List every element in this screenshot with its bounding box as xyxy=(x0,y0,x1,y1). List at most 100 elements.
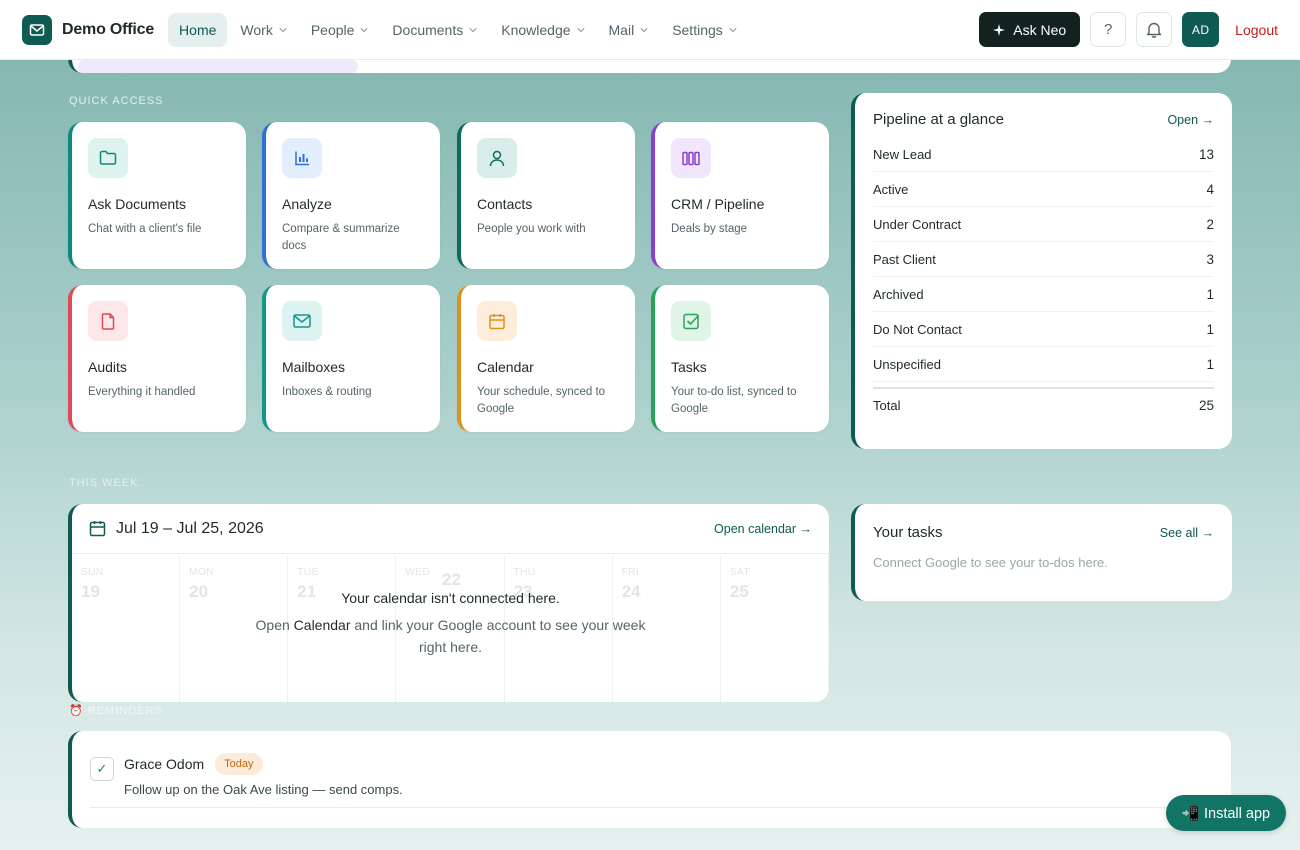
brand[interactable]: Demo Office xyxy=(22,14,154,45)
pipeline-open-link[interactable]: Open → xyxy=(1167,113,1214,127)
quick-access-label: QUICK ACCESS xyxy=(69,95,164,107)
tile-title: Tasks xyxy=(671,359,707,375)
tile-subtitle: Everything it handled xyxy=(88,386,196,398)
document-icon xyxy=(88,301,128,341)
user-avatar[interactable]: AD xyxy=(1182,12,1220,47)
nav-item-people[interactable]: People xyxy=(300,13,380,47)
reminder-done-checkbox[interactable]: ✓ xyxy=(90,757,114,781)
tile-title: Mailboxes xyxy=(282,359,346,375)
reminder-due-badge: Today xyxy=(215,753,263,775)
chevron-down-icon xyxy=(640,27,648,32)
open-calendar-link[interactable]: Open calendar → xyxy=(714,522,812,536)
pipeline-row[interactable]: Past Client 3 xyxy=(873,242,1214,277)
reminder-contact-name[interactable]: Grace Odom xyxy=(124,756,204,772)
nav-item-knowledge[interactable]: Knowledge xyxy=(490,13,595,47)
week-calendar-card: Jul 19 – Jul 25, 2026 Open calendar → SU… xyxy=(68,504,829,702)
nav-label: Knowledge xyxy=(501,21,571,38)
tasks-card: Your tasks See all → Connect Google to s… xyxy=(851,504,1232,601)
nav-label: Home xyxy=(179,21,217,38)
help-icon: ? xyxy=(1104,21,1113,38)
chevron-down-icon xyxy=(729,27,737,32)
connect-help-text: Open Calendar and link your Google accou… xyxy=(251,614,651,658)
chevron-down-icon xyxy=(360,27,368,32)
tile-crm-pipeline[interactable]: CRM / Pipeline Deals by stage xyxy=(651,122,829,269)
pipeline-row[interactable]: Do Not Contact 1 xyxy=(873,312,1214,347)
calendar-link[interactable]: Calendar xyxy=(294,617,351,633)
week-range: Jul 19 – Jul 25, 2026 xyxy=(116,519,264,537)
check-icon: ✓ xyxy=(96,761,108,776)
pipeline-total-row: Total 25 xyxy=(873,387,1214,421)
stage-count: 4 xyxy=(1206,181,1214,197)
pipeline-title: Pipeline at a glance xyxy=(873,111,1004,128)
install-app-button[interactable]: 📲 Install app xyxy=(1166,795,1286,831)
nav-label: Mail xyxy=(608,21,635,38)
nav-item-home[interactable]: Home xyxy=(168,12,228,47)
nav-label: Settings xyxy=(672,21,723,38)
pipeline-card: Pipeline at a glance Open → New Lead 13 A… xyxy=(851,93,1232,449)
person-icon xyxy=(477,138,517,178)
stage-count: 3 xyxy=(1206,251,1214,267)
logout-link[interactable]: Logout xyxy=(1235,22,1278,38)
tile-contacts[interactable]: Contacts People you work with xyxy=(457,122,635,269)
calendar-icon xyxy=(477,301,517,341)
tile-ask-documents[interactable]: Ask Documents Chat with a client's file xyxy=(68,122,246,269)
ask-neo-button[interactable]: Ask Neo xyxy=(979,12,1081,47)
tile-calendar[interactable]: Calendar Your schedule, synced to Google xyxy=(457,285,635,432)
calendar-icon xyxy=(89,521,106,537)
stage-count: 13 xyxy=(1198,146,1214,162)
tile-subtitle: Compare & summarize docs xyxy=(282,223,400,252)
columns-icon xyxy=(671,138,711,178)
help-button[interactable]: ? xyxy=(1090,12,1127,47)
stage-label: New Lead xyxy=(873,146,932,162)
pipeline-row[interactable]: Unspecified 1 xyxy=(873,347,1214,382)
checkbox-icon xyxy=(671,301,711,341)
reminders-card: ✓ Grace Odom Today Follow up on the Oak … xyxy=(68,731,1231,828)
stage-count: 1 xyxy=(1206,286,1214,302)
nav-label: Documents xyxy=(392,21,464,38)
chevron-down-icon xyxy=(576,27,585,32)
tile-title: Ask Documents xyxy=(88,196,187,212)
nav-item-mail[interactable]: Mail xyxy=(598,13,660,47)
mail-logo-icon xyxy=(22,14,52,45)
tile-subtitle: Inboxes & routing xyxy=(282,386,372,398)
calendar-not-connected: Your calendar isn't connected here. Open… xyxy=(72,555,829,702)
stage-label: Active xyxy=(873,181,909,197)
pipeline-row[interactable]: New Lead 13 xyxy=(873,137,1214,172)
nav-item-work[interactable]: Work xyxy=(229,13,297,47)
mail-icon xyxy=(282,301,322,341)
reminder-note: Follow up on the Oak Ave listing — send … xyxy=(124,782,403,797)
tile-subtitle: Your schedule, synced to Google xyxy=(477,386,606,415)
notifications-button[interactable] xyxy=(1136,12,1173,47)
sparkle-icon xyxy=(993,23,1006,36)
pipeline-row[interactable]: Active 4 xyxy=(873,172,1214,207)
stage-count: 1 xyxy=(1206,321,1214,337)
reminder-item: ✓ Grace Odom Today Follow up on the Oak … xyxy=(90,753,1213,808)
tile-subtitle: People you work with xyxy=(477,223,586,235)
stage-label: Under Contract xyxy=(873,216,962,232)
stage-label: Unspecified xyxy=(873,356,941,372)
this-week-label: THIS WEEK xyxy=(69,477,139,489)
nav-item-settings[interactable]: Settings xyxy=(661,13,748,47)
pipeline-row[interactable]: Archived 1 xyxy=(873,277,1214,312)
nav-label: Work xyxy=(240,21,273,38)
tasks-see-all-link[interactable]: See all → xyxy=(1160,526,1214,540)
ask-neo-label: Ask Neo xyxy=(1013,21,1067,38)
chevron-down-icon xyxy=(469,27,477,32)
tile-tasks[interactable]: Tasks Your to-do list, synced to Google xyxy=(651,285,829,432)
total-label: Total xyxy=(873,397,901,413)
stage-label: Archived xyxy=(873,286,924,302)
tile-title: CRM / Pipeline xyxy=(671,196,765,212)
stage-label: Past Client xyxy=(873,251,936,267)
tile-audits[interactable]: Audits Everything it handled xyxy=(68,285,246,432)
tile-mailboxes[interactable]: Mailboxes Inboxes & routing xyxy=(262,285,440,432)
folder-icon xyxy=(88,138,128,178)
nav-item-documents[interactable]: Documents xyxy=(381,13,488,47)
tasks-empty-text: Connect Google to see your to-dos here. xyxy=(873,555,1108,570)
tile-subtitle: Your to-do list, synced to Google xyxy=(671,386,797,415)
tile-analyze[interactable]: Analyze Compare & summarize docs xyxy=(262,122,440,269)
tile-subtitle: Deals by stage xyxy=(671,223,748,235)
bar-chart-icon xyxy=(282,138,322,178)
tile-title: Calendar xyxy=(477,359,534,375)
tasks-title: Your tasks xyxy=(873,524,943,541)
pipeline-row[interactable]: Under Contract 2 xyxy=(873,207,1214,242)
